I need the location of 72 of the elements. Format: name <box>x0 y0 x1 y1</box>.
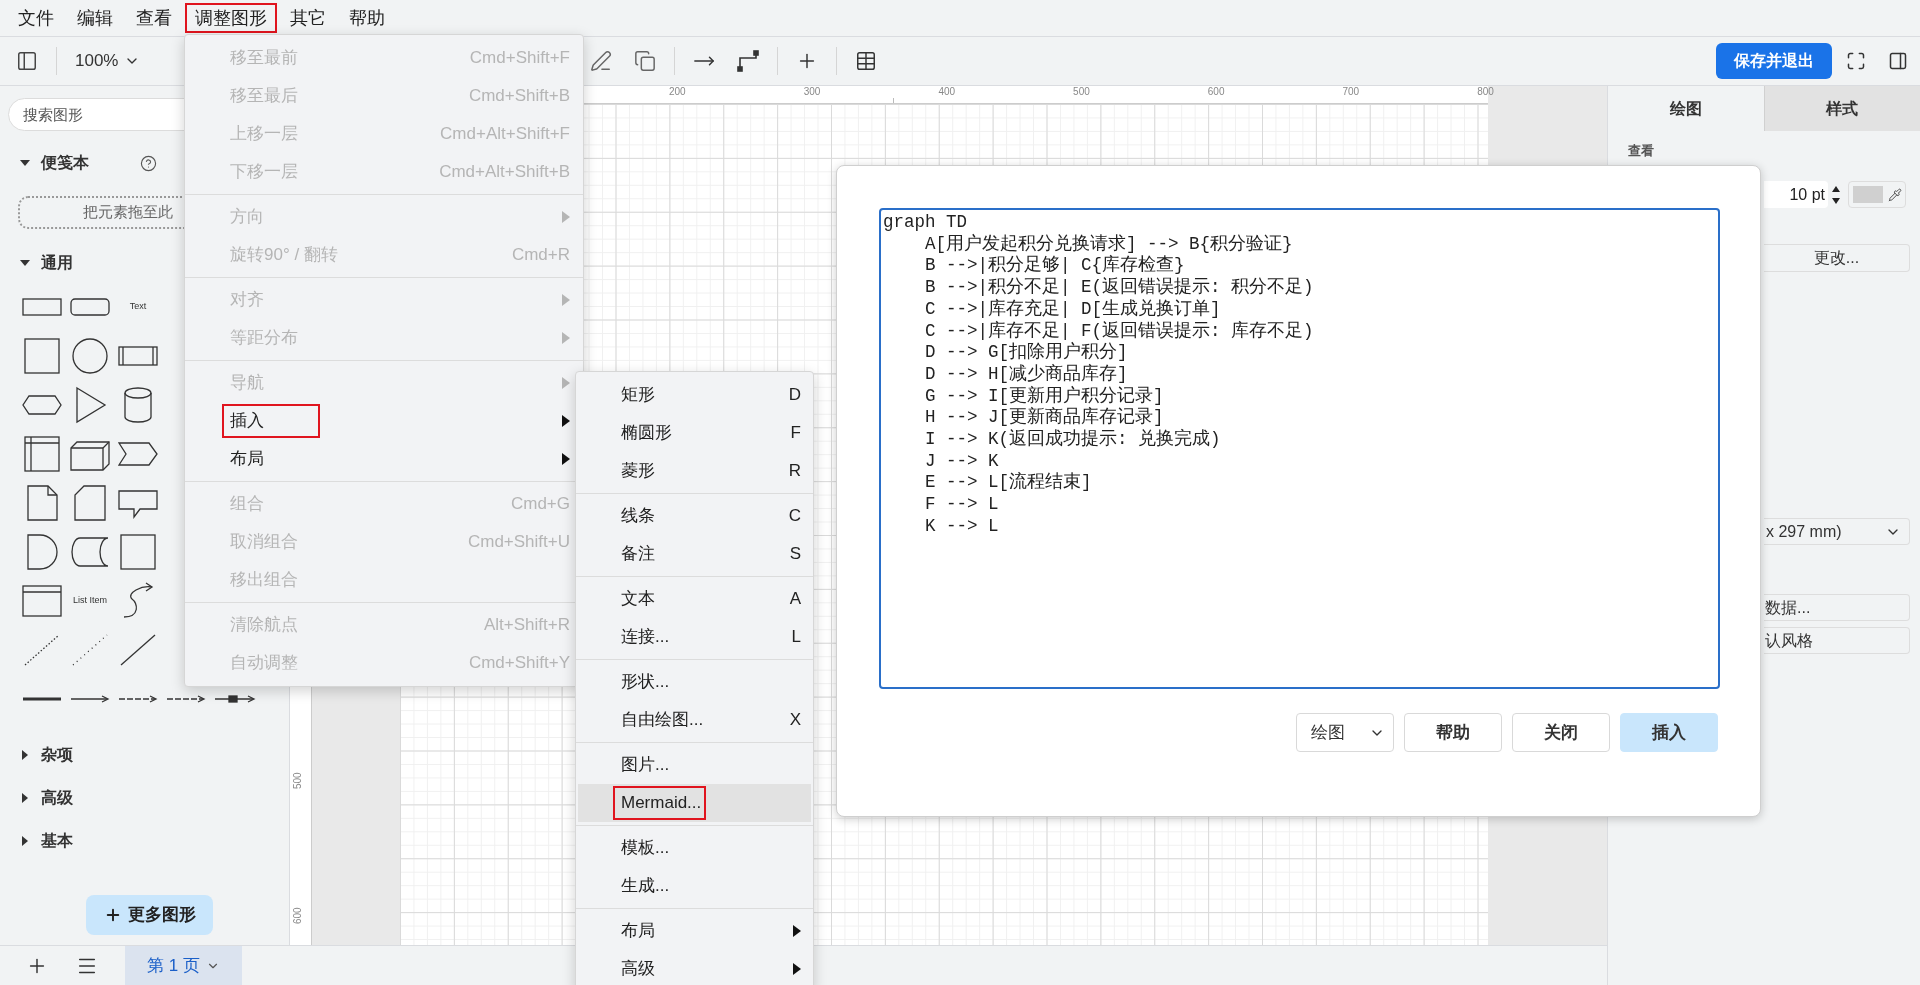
color-swatch <box>1853 186 1883 203</box>
change-button[interactable]: 更改... <box>1764 244 1910 272</box>
menu-item[interactable]: 备注 S <box>578 535 811 573</box>
save-exit-button[interactable]: 保存并退出 <box>1716 43 1832 79</box>
menu-item[interactable]: 模板... <box>578 829 811 867</box>
ruler-label: 600 <box>292 907 304 924</box>
menu-item[interactable]: 文本 A <box>578 580 811 618</box>
menu-bar-item[interactable]: 编辑 <box>67 3 123 33</box>
menu-item[interactable]: Mermaid... <box>578 784 811 822</box>
section-header[interactable]: 基本 <box>0 825 289 857</box>
help-icon[interactable] <box>140 154 157 172</box>
menu-bar-item[interactable]: 查看 <box>126 3 182 33</box>
menu-bar-item[interactable]: 文件 <box>8 3 64 33</box>
menu-item[interactable]: 插入 <box>185 402 572 440</box>
menu-bar-item[interactable]: 帮助 <box>339 3 395 33</box>
submenu-arrow-icon <box>562 453 570 465</box>
shape-label: List Item <box>73 593 107 607</box>
ruler-label: 400 <box>938 86 956 98</box>
menu-item[interactable]: 连接... L <box>578 618 811 656</box>
ruler-label: 500 <box>292 772 304 789</box>
submenu-arrow-icon <box>562 377 570 389</box>
submenu-arrow-icon <box>793 925 801 937</box>
submenu-arrow-icon <box>793 963 801 975</box>
menu-item[interactable]: 图片... <box>578 746 811 784</box>
shadow-icon[interactable] <box>634 50 657 72</box>
diagram-type-select[interactable]: 绘图 <box>1296 713 1394 752</box>
edit-data-button[interactable]: 数据... <box>1764 594 1910 621</box>
menu-bar-item[interactable]: 其它 <box>280 3 336 33</box>
menu-item[interactable]: 布局 <box>578 912 811 950</box>
format-panel-toggle-icon[interactable] <box>1888 51 1908 71</box>
section-header[interactable]: 高级 <box>0 782 289 814</box>
menu-item[interactable]: 自由绘图... X <box>578 701 811 739</box>
submenu-arrow-icon <box>562 415 570 427</box>
menu-item[interactable]: 布局 <box>185 440 572 478</box>
line-color-icon[interactable] <box>590 50 613 72</box>
menu-item[interactable]: 线条 C <box>578 497 811 535</box>
dialog-button[interactable]: 帮助 <box>1404 713 1502 752</box>
menu-item[interactable]: 高级 <box>578 950 811 985</box>
dialog-button[interactable]: 关闭 <box>1512 713 1610 752</box>
shape-label: Text <box>129 299 147 313</box>
ruler-label: 600 <box>1207 86 1225 98</box>
submenu-arrow-icon <box>562 211 570 223</box>
section-heading: 查看 <box>1628 143 1655 159</box>
elbow-connector-icon[interactable] <box>737 50 760 72</box>
submenu-arrow-icon <box>562 332 570 344</box>
page-tab[interactable]: 第 1 页 <box>125 945 242 985</box>
ruler-label: 300 <box>803 86 821 98</box>
dialog-button[interactable]: 插入 <box>1620 713 1718 752</box>
ruler-label: 700 <box>1342 86 1360 98</box>
fullscreen-icon[interactable] <box>1846 51 1866 71</box>
more-shapes-button[interactable]: 更多图形 <box>86 895 213 935</box>
panel-tab[interactable]: 样式 <box>1763 86 1920 131</box>
paper-size-select[interactable]: x 297 mm) <box>1764 518 1910 545</box>
section-header[interactable]: 杂项 <box>0 739 289 771</box>
ruler-label: 200 <box>669 86 686 98</box>
ruler-label: 500 <box>1073 86 1090 98</box>
menu-item[interactable]: 形状... <box>578 663 811 701</box>
ruler-label: 800 <box>1477 86 1494 98</box>
menu-item[interactable]: 生成... <box>578 867 811 905</box>
code-editor[interactable]: graph TD A[用户发起积分兑换请求] --> B{积分验证} B -->|积分足够| C{库存检查} B -->|积分不足| E(返回错误提示: 积分不足) C -->|库存充足| D[生成兑换订单] C -->|库存不足| F(返回错误提示: 库存不足) D --> G[扣除用户积分] D --> H[减少商品库存] G --> I[更新用户积分记录] H --> J[更新商品库存记录] I --> K(返回成功提示: 兑换完成) J --> K E --> L[流程结束] F --> L K --> L <box>879 208 1720 689</box>
menu-item[interactable]: 椭圆形 F <box>578 414 811 452</box>
menu-bar-item[interactable]: 调整图形 <box>185 3 277 33</box>
menu-item[interactable]: 菱形 R <box>578 452 811 490</box>
sidebar-toggle-icon[interactable] <box>16 50 38 72</box>
eyedropper-icon <box>1888 187 1902 202</box>
table-icon[interactable] <box>855 50 878 72</box>
grid-size-field[interactable]: 10 pt <box>1764 181 1828 208</box>
submenu-arrow-icon <box>562 294 570 306</box>
default-style-button[interactable]: 认风格 <box>1764 627 1910 654</box>
menu-item[interactable]: 矩形 D <box>578 376 811 414</box>
color-picker[interactable] <box>1848 181 1906 208</box>
zoom-dropdown[interactable]: 100% <box>75 48 141 74</box>
